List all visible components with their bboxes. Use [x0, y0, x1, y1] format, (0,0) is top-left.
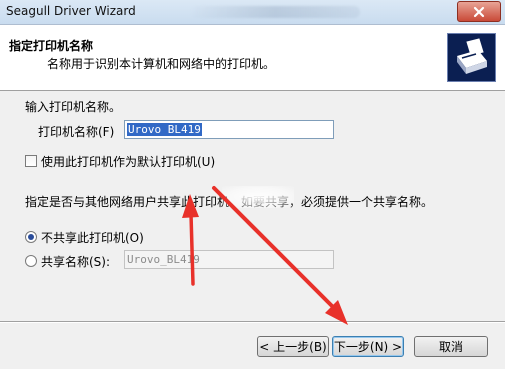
wizard-header: 指定打印机名称 名称用于识别本计算机和网络中的打印机。	[0, 25, 505, 91]
next-button[interactable]: 下一步(N) >	[332, 336, 404, 357]
share-radio[interactable]	[25, 255, 37, 267]
header-subtitle: 名称用于识别本计算机和网络中的打印机。	[47, 57, 276, 71]
window-title: Seagull Driver Wizard	[6, 4, 136, 18]
no-share-radio[interactable]	[25, 231, 37, 243]
header-title: 指定打印机名称	[9, 39, 94, 53]
no-share-label[interactable]: 不共享此打印机(O)	[41, 229, 144, 246]
default-printer-label[interactable]: 使用此打印机作为默认打印机(U)	[41, 153, 215, 170]
cancel-button[interactable]: 取消	[414, 336, 488, 357]
close-icon	[473, 6, 485, 17]
blurred-caption	[190, 6, 360, 18]
default-printer-checkbox[interactable]	[25, 155, 37, 167]
printer-name-prompt: 输入打印机名称。	[25, 100, 122, 114]
printer-name-label: 打印机名称(F)	[38, 125, 115, 139]
printer-icon	[447, 33, 496, 82]
back-button[interactable]: < 上一步(B)	[257, 336, 329, 357]
printer-name-value: Urovo BL419	[127, 123, 202, 136]
printer-name-input[interactable]: Urovo BL419	[124, 120, 334, 139]
share-name-label[interactable]: 共享名称(S):	[41, 253, 110, 270]
close-button[interactable]	[457, 1, 501, 22]
title-bar: Seagull Driver Wizard	[0, 0, 505, 25]
button-divider	[0, 321, 505, 323]
blurred-overlay	[222, 186, 294, 208]
share-name-input[interactable]: Urovo_BL419	[124, 250, 334, 269]
share-name-value: Urovo_BL419	[127, 253, 200, 266]
